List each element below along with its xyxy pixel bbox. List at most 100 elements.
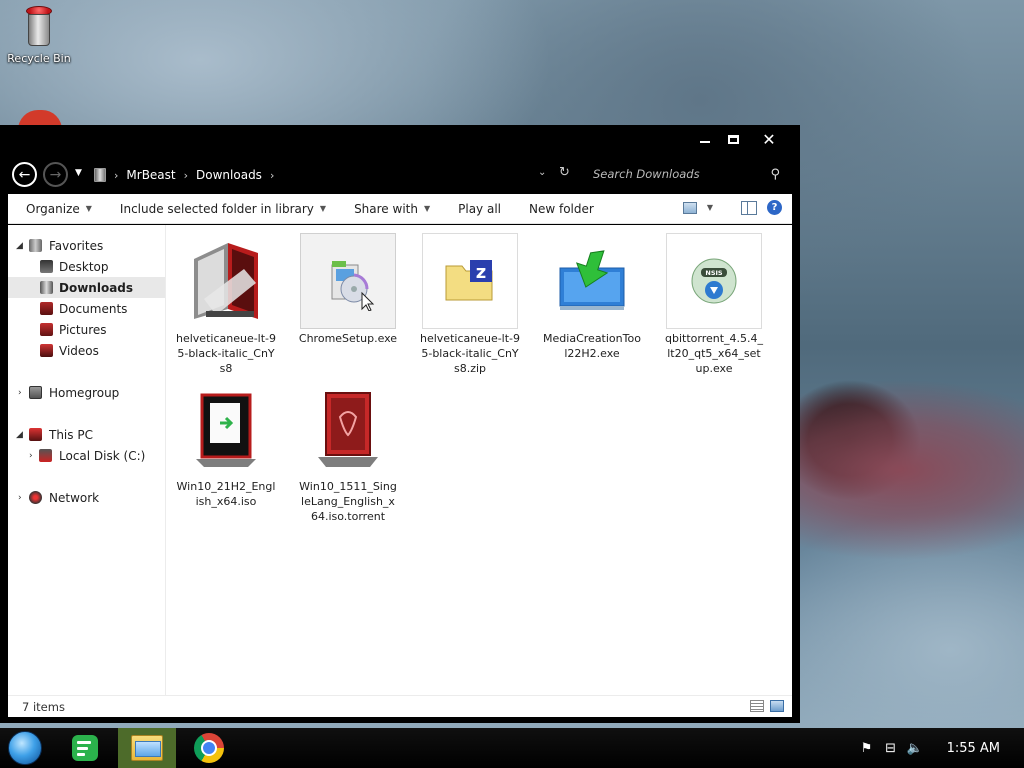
breadcrumb-separator[interactable]: › [114, 169, 118, 182]
maximize-button[interactable] [716, 128, 750, 150]
chevron-right-icon[interactable]: › [29, 451, 33, 461]
network-status-icon[interactable]: ⊟ [879, 741, 903, 756]
search-icon[interactable]: ⚲ [770, 167, 780, 182]
file-item[interactable]: MediaCreationTool22H2.exe [542, 233, 642, 361]
organize-button[interactable]: Organize ▼ [8, 202, 102, 216]
chevron-down-icon: ▼ [319, 204, 327, 213]
volume-icon[interactable]: 🔈 [903, 741, 927, 756]
sidebar-item-downloads[interactable]: Downloads [8, 277, 165, 298]
command-toolbar: Organize ▼ Include selected folder in li… [8, 194, 792, 224]
minimize-icon [700, 141, 710, 143]
this-pc-icon [29, 428, 42, 441]
close-button[interactable]: ✕ [752, 128, 786, 150]
sidebar-item-label: Pictures [59, 322, 107, 337]
sidebar-item-label: Downloads [59, 280, 134, 295]
action-center-flag-icon[interactable]: ⚑ [855, 741, 879, 756]
maximize-icon [727, 134, 739, 144]
file-explorer-icon [131, 735, 163, 761]
arrow-left-icon: ← [18, 166, 31, 183]
status-view-toggles [750, 700, 784, 712]
network-icon [29, 491, 42, 504]
taskbar-feedly-button[interactable] [56, 728, 114, 768]
chevron-down-icon[interactable]: ◢ [16, 241, 23, 251]
chrome-icon [194, 733, 224, 763]
play-all-button[interactable]: Play all [440, 202, 511, 216]
installer-icon [300, 233, 396, 329]
svg-text:z: z [476, 262, 486, 283]
title-bar[interactable]: ✕ [0, 125, 800, 153]
chevron-right-icon[interactable]: › [18, 493, 22, 503]
media-creation-tool-icon [544, 233, 640, 329]
file-item[interactable]: z helveticaneue-lt-95-black-italic_CnYs8… [420, 233, 520, 376]
taskbar-file-explorer-button[interactable] [118, 728, 176, 768]
videos-icon [40, 344, 53, 357]
sidebar-item-videos[interactable]: Videos [8, 340, 165, 361]
file-item[interactable]: NSIS qbittorrent_4.5.4_lt20_qt5_x64_setu… [664, 233, 764, 376]
file-name: ChromeSetup.exe [298, 332, 398, 345]
file-name: Win10_21H2_English_x64.iso [176, 480, 276, 508]
sidebar-item-label: Favorites [49, 238, 104, 253]
search-input[interactable]: Search Downloads ⚲ [588, 163, 788, 185]
file-name: qbittorrent_4.5.4_lt20_qt5_x64_setup.exe [664, 332, 764, 375]
file-name: MediaCreationTool22H2.exe [543, 332, 641, 360]
svg-text:NSIS: NSIS [705, 269, 723, 277]
address-history-dropdown[interactable]: ⌄ [538, 167, 546, 178]
qbittorrent-setup-icon: NSIS [666, 233, 762, 329]
sidebar-item-local-disk[interactable]: › Local Disk (C:) [8, 445, 165, 466]
arrow-right-icon: → [49, 166, 62, 183]
desktop-icon-recycle-bin[interactable]: Recycle Bin [6, 6, 72, 65]
share-with-label: Share with [354, 201, 418, 216]
sidebar-item-documents[interactable]: Documents [8, 298, 165, 319]
search-placeholder: Search Downloads [593, 167, 700, 181]
explorer-content: ◢ Favorites Desktop Downloads Documents … [8, 225, 792, 695]
large-icons-view-icon[interactable] [770, 700, 784, 712]
breadcrumb-separator[interactable]: › [184, 169, 188, 182]
sidebar-item-label: Documents [59, 301, 128, 316]
sidebar-item-network[interactable]: › Network [8, 487, 165, 508]
pictures-icon [40, 323, 53, 336]
taskbar-chrome-button[interactable] [180, 728, 238, 768]
sidebar-item-label: This PC [49, 427, 93, 442]
status-bar: 7 items [8, 695, 792, 717]
breadcrumb[interactable]: › MrBeast › Downloads › [94, 166, 274, 184]
preview-pane-icon[interactable] [741, 200, 757, 215]
start-button[interactable] [8, 731, 42, 765]
sidebar-item-this-pc[interactable]: ◢ This PC [8, 424, 165, 445]
chevron-down-icon[interactable]: ▼ [707, 203, 713, 212]
sidebar-item-pictures[interactable]: Pictures [8, 319, 165, 340]
share-with-button[interactable]: Share with ▼ [336, 202, 440, 216]
breadcrumb-item-downloads[interactable]: Downloads [196, 168, 262, 182]
breadcrumb-item-user[interactable]: MrBeast [126, 168, 175, 182]
file-name: Win10_1511_SingleLang_English_x64.iso.to… [299, 480, 397, 523]
file-explorer-window: ✕ ← → ▼ › MrBeast › Downloads › ⌄ ↻ Sear… [0, 125, 800, 723]
sidebar-item-favorites[interactable]: ◢ Favorites [8, 235, 165, 256]
forward-button[interactable]: → [43, 162, 68, 187]
new-folder-button[interactable]: New folder [511, 202, 604, 216]
file-item[interactable]: helveticaneue-lt-95-black-italic_CnYs8 [176, 233, 276, 376]
details-view-icon[interactable] [750, 700, 764, 712]
refresh-button[interactable]: ↻ [559, 165, 570, 180]
zip-folder-icon: z [422, 233, 518, 329]
back-button[interactable]: ← [12, 162, 37, 187]
file-item[interactable]: ChromeSetup.exe [298, 233, 398, 346]
file-item[interactable]: Win10_1511_SingleLang_English_x64.iso.to… [298, 381, 398, 524]
chevron-down-icon[interactable]: ◢ [16, 430, 23, 440]
clock[interactable]: 1:55 AM [947, 741, 1000, 756]
taskbar: ⚑ ⊟ 🔈 1:55 AM [0, 728, 1024, 768]
breadcrumb-separator[interactable]: › [270, 169, 274, 182]
file-list: helveticaneue-lt-95-black-italic_CnYs8 C… [166, 225, 792, 665]
sidebar-item-desktop[interactable]: Desktop [8, 256, 165, 277]
include-in-library-button[interactable]: Include selected folder in library ▼ [102, 202, 336, 216]
chevron-right-icon[interactable]: › [18, 388, 22, 398]
help-icon[interactable]: ? [767, 200, 782, 215]
address-row: ← → ▼ › MrBeast › Downloads › ⌄ ↻ Search… [0, 159, 800, 189]
file-item[interactable]: Win10_21H2_English_x64.iso [176, 381, 276, 509]
include-in-library-label: Include selected folder in library [119, 201, 314, 216]
sidebar-item-label: Network [49, 490, 100, 505]
iso-file-icon [178, 381, 274, 477]
change-view-icon[interactable] [682, 201, 697, 214]
toolbar-right-controls: ▼ ? [682, 200, 782, 215]
recent-locations-button[interactable]: ▼ [75, 168, 82, 178]
navigation-pane: ◢ Favorites Desktop Downloads Documents … [8, 225, 166, 695]
sidebar-item-homegroup[interactable]: › Homegroup [8, 382, 165, 403]
